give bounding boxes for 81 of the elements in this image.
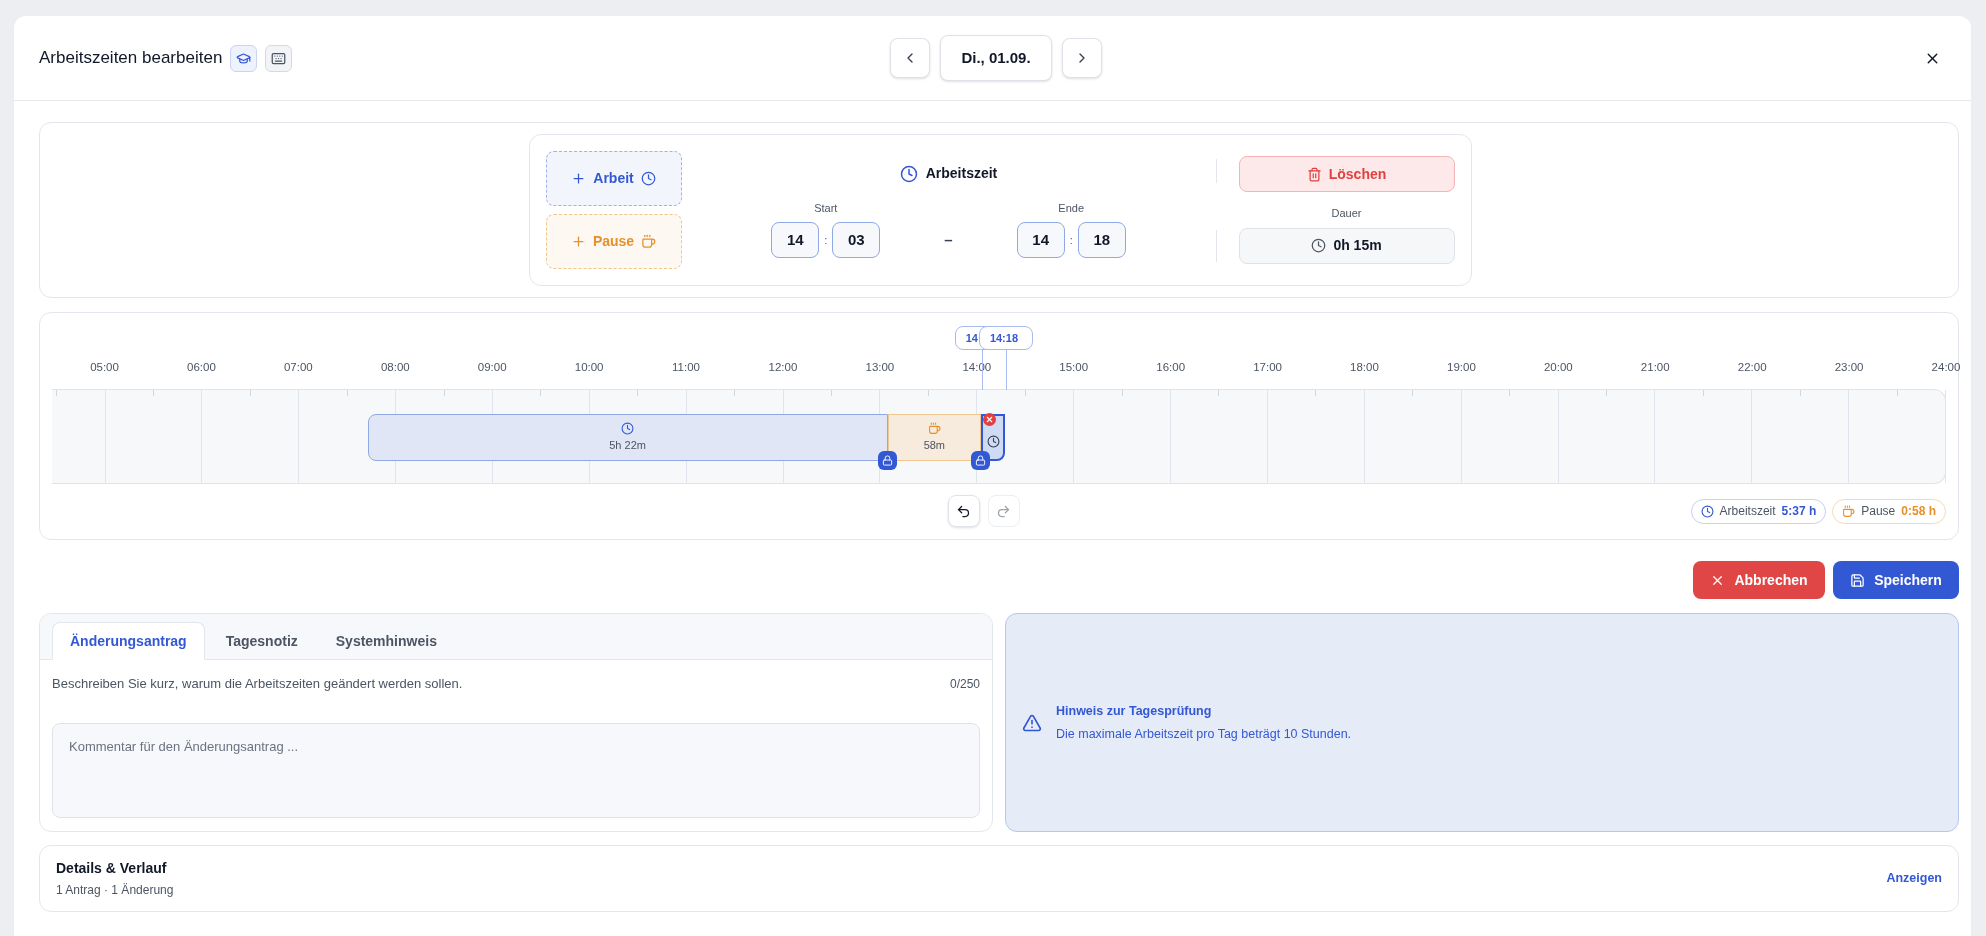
tab[interactable]: Tagesnotiz: [208, 622, 315, 660]
clock-icon: [1700, 504, 1714, 518]
end-minute-field[interactable]: 18: [1077, 222, 1126, 259]
clock-icon: [986, 435, 1000, 448]
duration-label: Dauer: [1330, 206, 1363, 222]
hint-text: Die maximale Arbeitszeit pro Tag beträgt 10 Stunden.: [1056, 725, 1352, 743]
hour-label: 09:00: [477, 360, 507, 375]
total-value: 0:58 h: [1901, 503, 1936, 520]
tab[interactable]: Systemhinweis: [318, 622, 454, 660]
hour-label: 24:00: [1931, 360, 1961, 375]
end-hour-field[interactable]: 14: [1016, 222, 1065, 259]
details-title: Details & Verlauf: [56, 859, 168, 878]
hint-title: Hinweis zur Tagesprüfung: [1056, 702, 1213, 720]
coffee-icon: [927, 421, 941, 435]
plus-icon: [570, 234, 586, 249]
hour-label: 10:00: [574, 360, 604, 375]
hour-label: 14:00: [962, 360, 992, 375]
clock-icon: [899, 164, 918, 183]
hour-label: 15:00: [1059, 360, 1089, 375]
show-details-link[interactable]: Anzeigen: [1886, 869, 1942, 888]
date-button[interactable]: Di., 01.09.: [940, 35, 1052, 81]
time-separator: :: [824, 233, 828, 248]
tab[interactable]: Änderungsantrag: [52, 622, 205, 660]
hour-label: 07:00: [283, 360, 313, 375]
time-tooltip: 14:18: [978, 326, 1033, 350]
coffee-icon: [641, 234, 657, 249]
total-label: Pause: [1861, 503, 1896, 520]
character-counter: 0/250: [949, 675, 980, 693]
warning-icon: [1022, 712, 1042, 733]
undo-icon: [956, 503, 972, 519]
work-time-block[interactable]: [981, 414, 1006, 461]
hour-label: 05:00: [90, 360, 119, 375]
hour-label: 23:00: [1834, 360, 1864, 375]
hour-label: 22:00: [1737, 360, 1767, 375]
hour-label: 06:00: [187, 360, 216, 375]
delete-entry-icon[interactable]: [983, 413, 997, 426]
add-work-button[interactable]: Arbeit: [545, 151, 682, 206]
block-duration: 5h 22m: [609, 437, 646, 453]
total-label: Arbeitszeit: [1719, 503, 1776, 520]
start-label: Start: [814, 200, 838, 216]
hour-label: 12:00: [768, 360, 798, 375]
tutorial-button[interactable]: [230, 44, 258, 72]
hour-label: 11:00: [672, 360, 700, 375]
hour-label: 18:00: [1350, 360, 1379, 375]
save-button[interactable]: Speichern: [1833, 561, 1959, 599]
clock-icon: [640, 171, 656, 186]
start-hour-field[interactable]: 14: [771, 222, 820, 259]
duration-field: 0h 15m: [1238, 227, 1455, 264]
hour-label: 17:00: [1253, 360, 1282, 375]
delete-button[interactable]: Löschen: [1238, 156, 1455, 193]
keyboard-icon: [271, 50, 287, 66]
comment-field[interactable]: Kommentar für den Änderungsantrag ...: [52, 722, 980, 818]
end-label: Ende: [1058, 200, 1085, 216]
range-dash: –: [944, 230, 953, 250]
hour-label: 19:00: [1447, 360, 1476, 375]
undo-button[interactable]: [948, 495, 980, 527]
dialog-title: Arbeitszeiten bearbeiten: [39, 47, 223, 70]
save-icon: [1850, 572, 1866, 588]
cancel-button[interactable]: Abbrechen: [1693, 561, 1825, 599]
clock-icon: [1311, 238, 1327, 254]
notes-description: Beschreiben Sie kurz, warum die Arbeitszeiten geändert werden sollen.: [52, 675, 463, 693]
start-minute-field[interactable]: 03: [832, 222, 881, 259]
clock-icon: [621, 421, 635, 435]
hour-label: 08:00: [380, 360, 410, 375]
graduation-cap-icon: [236, 50, 252, 66]
entry-type-title: Arbeitszeit: [925, 164, 998, 184]
details-subtitle: 1 Antrag · 1 Änderung: [56, 882, 174, 899]
hour-label: 21:00: [1640, 360, 1670, 375]
trash-icon: [1306, 166, 1322, 182]
break-block[interactable]: 58m: [887, 414, 982, 461]
coffee-icon: [1842, 504, 1856, 518]
redo-icon: [996, 503, 1012, 519]
hour-label: 13:00: [865, 360, 895, 375]
plus-icon: [571, 171, 587, 186]
block-duration: 58m: [923, 437, 946, 453]
time-separator: :: [1069, 233, 1073, 248]
keyboard-button[interactable]: [265, 44, 293, 72]
work-time-block[interactable]: 5h 22m: [367, 414, 888, 461]
hour-label: 16:00: [1156, 360, 1186, 375]
hour-label: 20:00: [1543, 360, 1573, 375]
total-value: 5:37 h: [1781, 503, 1817, 520]
